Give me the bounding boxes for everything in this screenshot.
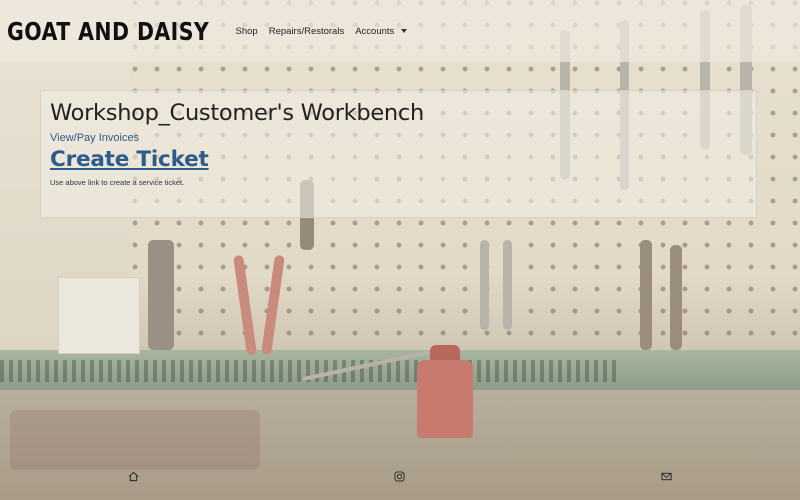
nav-links: Shop Repairs/Restorals Accounts	[236, 26, 419, 37]
page-title: Workshop_Customer's Workbench	[50, 100, 424, 126]
brand-logo[interactable]: GOAT AND DAISY	[7, 17, 209, 46]
create-ticket-hint: Use above link to create a service ticke…	[50, 178, 185, 187]
nav-shop-link[interactable]: Shop	[236, 26, 258, 37]
nav-repairs-link[interactable]: Repairs/Restorals	[269, 26, 345, 37]
workbench-card: Workshop_Customer's Workbench View/Pay I…	[40, 90, 757, 218]
home-icon[interactable]	[128, 471, 140, 483]
envelope-icon[interactable]	[661, 471, 673, 483]
view-pay-invoices-link[interactable]: View/Pay Invoices	[50, 132, 747, 144]
workshop-background	[0, 0, 800, 500]
top-navbar: GOAT AND DAISY Shop Repairs/Restorals Ac…	[0, 0, 800, 62]
footer	[0, 462, 800, 492]
nav-accounts-dropdown[interactable]: Accounts	[355, 25, 408, 37]
instagram-icon[interactable]	[394, 471, 406, 483]
nav-accounts-label: Accounts	[355, 25, 395, 37]
create-ticket-link[interactable]: Create Ticket	[50, 147, 209, 172]
caret-down-icon	[401, 29, 408, 33]
